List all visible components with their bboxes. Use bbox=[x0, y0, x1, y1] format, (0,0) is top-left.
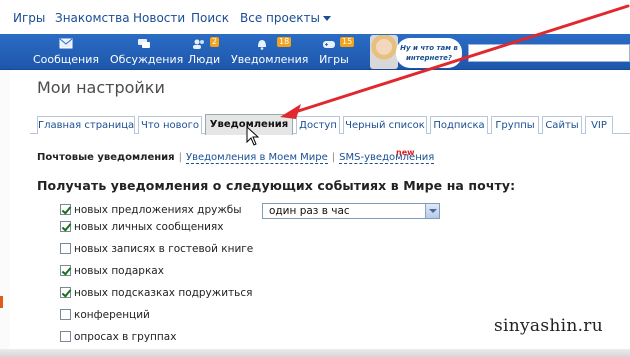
chevron-down-icon bbox=[322, 16, 331, 21]
nav-discussions-label: Обсуждения bbox=[110, 53, 184, 66]
nav-messages[interactable]: Сообщения bbox=[33, 34, 99, 70]
settings-tabs: Главная страница Что нового Уведомления … bbox=[30, 114, 630, 135]
section-title: Получать уведомления о следующих события… bbox=[37, 178, 516, 193]
option-guestbook[interactable]: новых записях в гостевой книге bbox=[60, 242, 254, 257]
promo-avatar[interactable] bbox=[370, 35, 398, 69]
tab-vip[interactable]: VIP bbox=[585, 116, 613, 134]
notification-subnav: Почтовые уведомления | Уведомления в Моем … bbox=[37, 152, 435, 164]
nav-games[interactable]: 15 Игры bbox=[314, 34, 355, 70]
nav-notifications[interactable]: 18 Уведомления bbox=[231, 34, 309, 70]
bottom-edge bbox=[0, 349, 630, 357]
subnav-sms-notifications[interactable]: SMS-уведомления bbox=[339, 152, 435, 164]
envelope-icon bbox=[59, 38, 73, 49]
nav-people[interactable]: 2 Люди bbox=[184, 34, 224, 70]
nav-notifications-label: Уведомления bbox=[231, 53, 309, 66]
option-label: опросах в группах bbox=[74, 331, 177, 343]
option-label: новых подсказках подружиться bbox=[74, 287, 253, 299]
gamepad-icon bbox=[323, 41, 335, 48]
checkbox[interactable] bbox=[60, 286, 71, 298]
subnav-separator: | bbox=[178, 152, 182, 163]
subnav-my-world-notifications[interactable]: Уведомления в Моем Мире bbox=[185, 152, 328, 164]
checkbox[interactable] bbox=[60, 264, 71, 276]
notifications-badge: 18 bbox=[277, 37, 292, 47]
nav-games-label: Игры bbox=[319, 53, 349, 66]
option-friend-requests[interactable]: новых предложениях дружбы bbox=[60, 203, 242, 218]
checkbox[interactable] bbox=[60, 242, 71, 254]
option-label: конференций bbox=[74, 309, 150, 321]
top-link-dating[interactable]: Знакомства bbox=[55, 11, 130, 25]
top-link-news[interactable]: Новости bbox=[133, 11, 185, 25]
checkbox[interactable] bbox=[60, 220, 71, 232]
subnav-separator: | bbox=[331, 152, 336, 163]
top-link-games[interactable]: Игры bbox=[13, 11, 45, 25]
nav-discussions[interactable]: Обсуждения bbox=[110, 34, 184, 70]
bell-icon bbox=[258, 40, 266, 50]
checkbox[interactable] bbox=[60, 203, 71, 215]
top-link-all-projects[interactable]: Все проекты bbox=[240, 11, 331, 25]
nav-messages-label: Сообщения bbox=[33, 53, 100, 66]
games-badge: 15 bbox=[340, 37, 355, 47]
frequency-select-value: один раз в час bbox=[269, 205, 350, 217]
tab-whats-new[interactable]: Что нового bbox=[138, 116, 202, 134]
tab-sites[interactable]: Сайты bbox=[542, 116, 582, 134]
page: Игры Знакомства Новости Поиск Все проект… bbox=[0, 0, 630, 357]
option-conferences[interactable]: конференций bbox=[60, 308, 150, 323]
new-badge: new bbox=[396, 148, 415, 157]
left-edge-marker bbox=[0, 296, 3, 308]
promo-bubble[interactable]: Ну и что там в интернете? bbox=[396, 38, 462, 68]
tab-subscription[interactable]: Подписка bbox=[430, 116, 488, 134]
page-title: Мои настройки bbox=[37, 78, 165, 97]
left-gutter bbox=[0, 70, 10, 350]
tab-blacklist[interactable]: Черный список bbox=[343, 116, 427, 134]
people-icon bbox=[193, 39, 204, 49]
people-badge: 2 bbox=[210, 37, 220, 47]
option-label: новых личных сообщениях bbox=[74, 221, 224, 233]
nav-people-label: Люди bbox=[187, 53, 221, 66]
mouse-cursor-icon bbox=[246, 126, 260, 146]
dropdown-arrow-icon[interactable] bbox=[425, 204, 439, 218]
speech-bubble-icon bbox=[138, 39, 150, 48]
option-label: новых записях в гостевой книге bbox=[74, 243, 254, 255]
tab-groups[interactable]: Группы bbox=[491, 116, 539, 134]
subnav-email-notifications: Почтовые уведомления bbox=[37, 152, 175, 163]
top-link-search[interactable]: Поиск bbox=[191, 11, 229, 25]
tab-main-page[interactable]: Главная страница bbox=[37, 116, 135, 134]
tab-access[interactable]: Доступ bbox=[296, 116, 340, 134]
checkbox[interactable] bbox=[60, 330, 71, 342]
option-friend-suggestions[interactable]: новых подсказках подружиться bbox=[60, 286, 253, 301]
option-private-messages[interactable]: новых личных сообщениях bbox=[60, 220, 224, 235]
checkbox[interactable] bbox=[60, 308, 71, 320]
top-links-bar: Игры Знакомства Новости Поиск Все проект… bbox=[0, 0, 630, 34]
watermark: sinyashin.ru bbox=[494, 316, 603, 336]
search-input[interactable] bbox=[468, 44, 630, 62]
option-group-polls[interactable]: опросах в группах bbox=[60, 330, 177, 345]
frequency-select[interactable]: один раз в час bbox=[262, 203, 440, 219]
option-gifts[interactable]: новых подарках bbox=[60, 264, 164, 279]
option-label: новых предложениях дружбы bbox=[74, 204, 242, 216]
all-projects-label: Все проекты bbox=[240, 11, 320, 25]
option-label: новых подарках bbox=[74, 265, 164, 277]
